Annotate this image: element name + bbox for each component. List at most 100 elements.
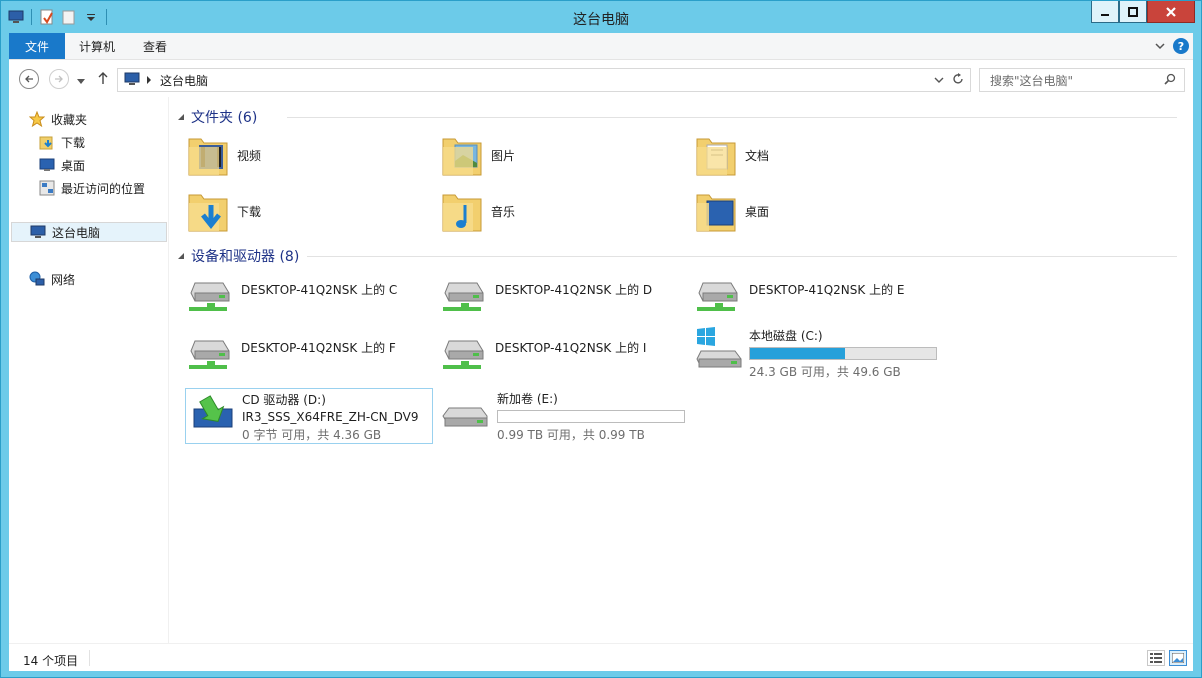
- hard-drive-icon: [442, 407, 488, 427]
- folder-desktop[interactable]: 桌面: [695, 187, 769, 235]
- network-drive-icon: [443, 282, 484, 311]
- minimize-button[interactable]: [1091, 1, 1119, 23]
- nav-network-label: 网络: [51, 272, 76, 287]
- item-count: 14 个项目: [23, 654, 79, 668]
- tab-view[interactable]: 查看: [129, 33, 181, 59]
- folders-group-header[interactable]: 文件夹 (6): [177, 107, 1187, 127]
- star-icon: [29, 111, 45, 127]
- local-disk-c-info: 本地磁盘 (C:) 24.3 GB 可用，共 49.6 GB: [749, 327, 937, 380]
- drive-label: DESKTOP-41Q2NSK 上的 E: [749, 282, 905, 297]
- collapse-chevron-icon[interactable]: [177, 252, 185, 260]
- explorer-window: 这台电脑 文件 计算机 查看 ? 这台电脑 搜索"这台电脑" 收藏夹 下载 桌面…: [0, 0, 1202, 678]
- search-input[interactable]: 搜索"这台电脑": [979, 68, 1185, 92]
- folders-group-label: 文件夹 (6): [191, 110, 258, 126]
- network-drive-d[interactable]: DESKTOP-41Q2NSK 上的 D: [443, 277, 652, 317]
- desktop-icon: [39, 158, 55, 171]
- folder-label: 下载: [237, 204, 262, 219]
- windows-drive-icon: [696, 327, 742, 368]
- nav-recent[interactable]: 最近访问的位置: [39, 178, 145, 198]
- address-dropdown-icon[interactable]: [934, 73, 944, 87]
- drive-label: DESKTOP-41Q2NSK 上的 D: [495, 282, 653, 297]
- expand-ribbon-icon[interactable]: [1155, 39, 1165, 53]
- network-drive-icon: [697, 282, 738, 311]
- drive-space: 24.3 GB 可用，共 49.6 GB: [749, 365, 901, 379]
- address-bar[interactable]: 这台电脑: [117, 68, 971, 92]
- cd-drive-d[interactable]: CD 驱动器 (D:) IR3_SSS_X64FRE_ZH-CN_DV9 0 字…: [185, 388, 433, 444]
- drive-name: CD 驱动器 (D:): [242, 393, 326, 407]
- up-arrow-icon[interactable]: [97, 71, 109, 88]
- folder-label: 图片: [491, 148, 516, 163]
- drive-label: DESKTOP-41Q2NSK 上的 I: [495, 340, 647, 355]
- forward-button[interactable]: [49, 69, 69, 89]
- refresh-icon[interactable]: [952, 72, 964, 88]
- navigation-pane: 收藏夹 下载 桌面 最近访问的位置 这台电脑 网络: [9, 97, 169, 643]
- music-folder-icon: [442, 194, 482, 232]
- local-disk-c[interactable]: 本地磁盘 (C:) 24.3 GB 可用，共 49.6 GB: [695, 327, 937, 380]
- group-divider: [307, 256, 1177, 257]
- folder-label: 桌面: [745, 204, 770, 219]
- capacity-bar-fill: [750, 348, 845, 359]
- nav-this-pc[interactable]: 这台电脑: [11, 222, 167, 242]
- content-area: 收藏夹 下载 桌面 最近访问的位置 这台电脑 网络 文件夹 (6) 视频 图片 …: [9, 97, 1193, 643]
- breadcrumb[interactable]: 这台电脑: [160, 72, 208, 89]
- recent-places-icon: [39, 180, 55, 196]
- large-icons-view-button[interactable]: [1169, 650, 1187, 666]
- details-view-icon: [1150, 653, 1162, 663]
- search-placeholder: 搜索"这台电脑": [990, 73, 1074, 88]
- nav-desktop-label: 桌面: [61, 158, 86, 173]
- title-bar: 这台电脑: [1, 1, 1201, 33]
- maximize-button[interactable]: [1119, 1, 1147, 23]
- nav-this-pc-label: 这台电脑: [52, 225, 101, 240]
- nav-recent-label: 最近访问的位置: [61, 181, 146, 196]
- drive-label: DESKTOP-41Q2NSK 上的 C: [241, 282, 398, 297]
- network-drive-e[interactable]: DESKTOP-41Q2NSK 上的 E: [697, 277, 904, 317]
- capacity-bar: [497, 410, 685, 423]
- documents-folder-icon: [696, 138, 736, 176]
- desktop-folder-icon: [696, 194, 736, 232]
- window-controls: [1091, 1, 1195, 23]
- folder-pictures[interactable]: 图片: [441, 131, 515, 179]
- network-drive-f[interactable]: DESKTOP-41Q2NSK 上的 F: [189, 335, 396, 375]
- disc-label: IR3_SSS_X64FRE_ZH-CN_DV9: [242, 410, 419, 424]
- details-view-button[interactable]: [1147, 650, 1165, 666]
- nav-network[interactable]: 网络: [29, 269, 75, 289]
- downloads-folder-icon: [39, 136, 53, 150]
- nav-favorites[interactable]: 收藏夹: [29, 109, 87, 129]
- folder-downloads[interactable]: 下载: [187, 187, 261, 235]
- drive-space: 0.99 TB 可用，共 0.99 TB: [497, 428, 645, 442]
- capacity-bar: [749, 347, 937, 360]
- network-drive-c[interactable]: DESKTOP-41Q2NSK 上的 C: [189, 277, 397, 317]
- nav-desktop[interactable]: 桌面: [39, 155, 85, 175]
- nav-downloads[interactable]: 下载: [39, 132, 85, 152]
- new-volume-e[interactable]: 新加卷 (E:) 0.99 TB 可用，共 0.99 TB: [441, 390, 685, 443]
- folder-documents[interactable]: 文档: [695, 131, 769, 179]
- back-button[interactable]: [19, 69, 39, 89]
- cd-drive-info: CD 驱动器 (D:) IR3_SSS_X64FRE_ZH-CN_DV9 0 字…: [242, 391, 418, 443]
- search-icon[interactable]: [1164, 73, 1176, 88]
- back-arrow-icon: [25, 75, 33, 83]
- help-icon[interactable]: ?: [1173, 38, 1189, 54]
- nav-downloads-label: 下载: [61, 135, 86, 150]
- forward-arrow-icon: [55, 75, 63, 83]
- drive-space: 0 字节 可用，共 4.36 GB: [242, 428, 382, 442]
- recent-locations-icon[interactable]: [77, 74, 85, 88]
- tab-file[interactable]: 文件: [9, 33, 66, 59]
- folder-music[interactable]: 音乐: [441, 187, 515, 235]
- items-pane: 文件夹 (6) 视频 图片 文档 下载 音乐 桌面 设备和驱动器 (8) DES…: [169, 97, 1193, 643]
- downloads-folder-icon: [188, 194, 228, 232]
- network-icon: [29, 271, 45, 286]
- address-row: 这台电脑 搜索"这台电脑": [9, 59, 1193, 97]
- network-drive-icon: [189, 282, 230, 311]
- network-drive-i[interactable]: DESKTOP-41Q2NSK 上的 I: [443, 335, 646, 375]
- folder-label: 文档: [745, 148, 770, 163]
- close-button[interactable]: [1147, 1, 1195, 23]
- devices-group-label: 设备和驱动器 (8): [191, 249, 300, 265]
- window-title: 这台电脑: [573, 12, 629, 28]
- tab-computer[interactable]: 计算机: [65, 33, 129, 59]
- breadcrumb-chevron-icon[interactable]: [146, 73, 152, 87]
- new-volume-e-info: 新加卷 (E:) 0.99 TB 可用，共 0.99 TB: [497, 390, 685, 443]
- collapse-chevron-icon[interactable]: [177, 113, 185, 121]
- devices-group-header[interactable]: 设备和驱动器 (8): [177, 246, 1187, 266]
- folder-label: 音乐: [491, 204, 516, 219]
- folder-videos[interactable]: 视频: [187, 131, 261, 179]
